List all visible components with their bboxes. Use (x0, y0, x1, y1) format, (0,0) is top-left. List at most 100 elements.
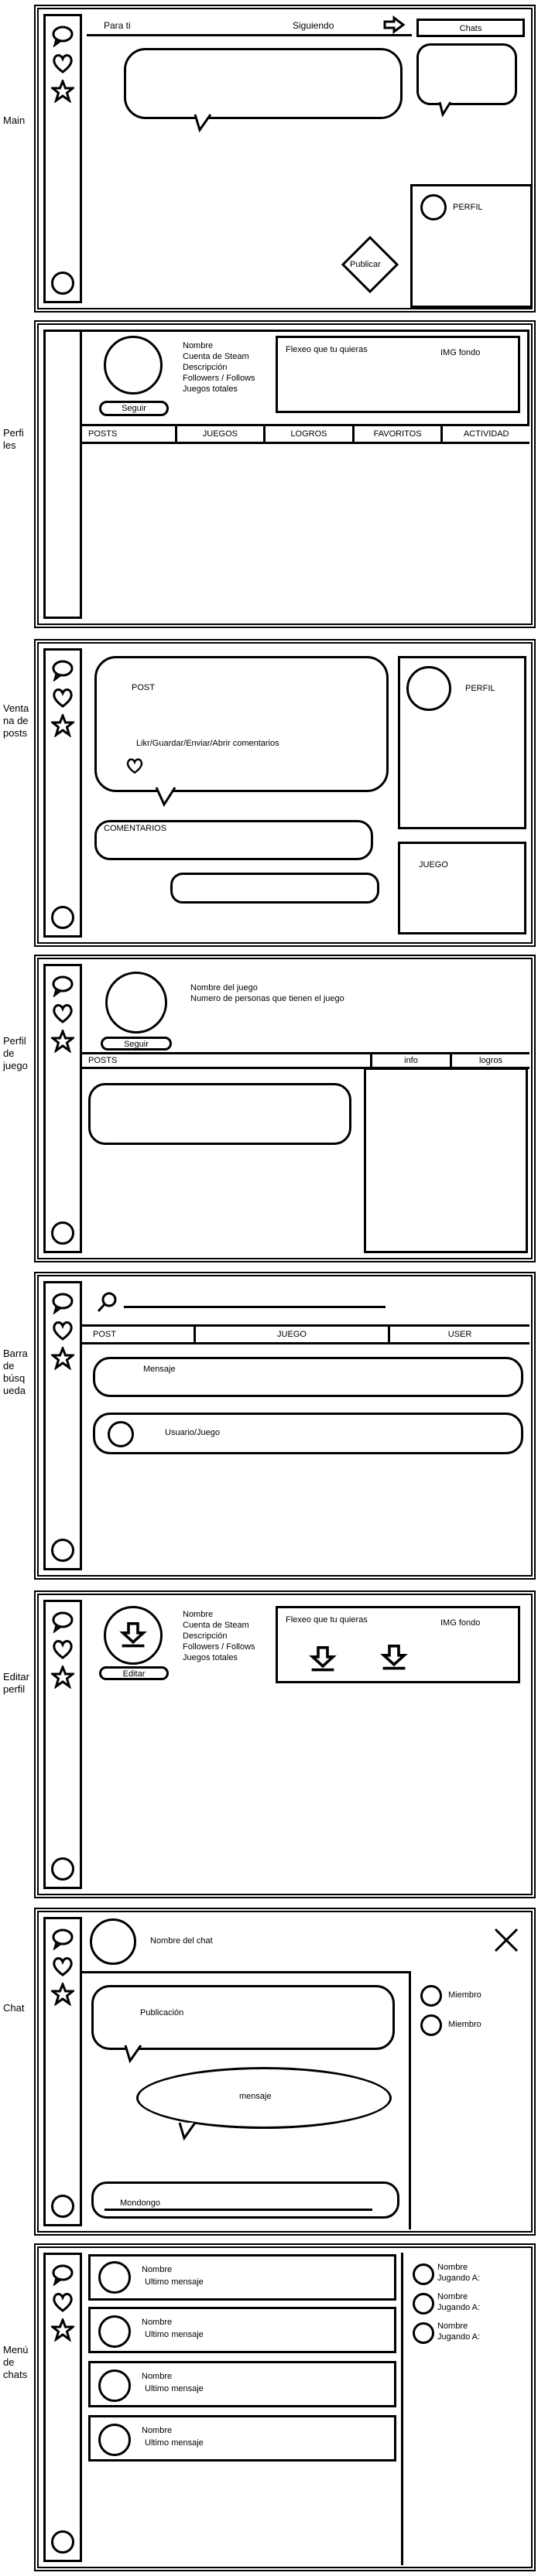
upload-background-icon[interactable] (380, 1642, 408, 1670)
tab-search-game[interactable]: JUEGO (194, 1327, 388, 1342)
heart-icon[interactable] (51, 1002, 74, 1025)
tab-games[interactable]: JUEGOS (174, 426, 264, 442)
edit-profile-info: Nombre Cuenta de Steam Descripción Follo… (183, 1609, 255, 1663)
chat-icon[interactable] (51, 1291, 74, 1314)
tab-search-user[interactable]: USER (388, 1327, 529, 1342)
star-icon[interactable] (51, 1030, 74, 1053)
profile-avatar[interactable] (420, 194, 447, 220)
post-bubble[interactable] (124, 48, 403, 119)
heart-icon[interactable] (51, 1955, 74, 1978)
heart-icon[interactable] (51, 52, 74, 75)
chat-icon[interactable] (51, 2263, 74, 2286)
chat-icon[interactable] (51, 1927, 74, 1950)
tab-game-info[interactable]: info (370, 1054, 450, 1067)
tab-achievements[interactable]: LOGROS (263, 426, 352, 442)
edit-img-bg-label: IMG fondo (440, 1618, 481, 1628)
screen-main: Para ti Siguiendo Chats PERFIL Publicar (34, 5, 536, 313)
playing-avatar[interactable] (413, 2293, 434, 2315)
bubble-tail (438, 101, 452, 118)
profile-avatar-icon[interactable] (51, 1539, 74, 1562)
heart-icon[interactable] (51, 1319, 74, 1342)
chat-list-avatar (98, 2315, 131, 2348)
publication-bubble[interactable]: Publicación (91, 1985, 395, 2050)
star-icon[interactable] (51, 1347, 74, 1370)
member-name: Miembro (448, 2020, 481, 2029)
message-bubble[interactable]: mensaje (136, 2067, 392, 2129)
profile-avatar-icon[interactable] (51, 1857, 74, 1881)
edit-button[interactable]: Editar (99, 1666, 169, 1680)
info-steam: Cuenta de Steam (183, 1621, 249, 1630)
playing-name: Nombre (437, 2292, 468, 2301)
chat-list-avatar (98, 2261, 131, 2294)
search-input[interactable] (124, 1306, 386, 1308)
message-input[interactable]: Mondongo (91, 2181, 399, 2219)
star-icon[interactable] (51, 1983, 74, 2006)
message-label: mensaje (239, 2092, 272, 2101)
tab-for-you[interactable]: Para ti (104, 20, 131, 32)
heart-icon[interactable] (51, 2291, 74, 2314)
post-label: POST (132, 683, 155, 692)
star-icon[interactable] (51, 714, 74, 737)
tab-following[interactable]: Siguiendo (293, 20, 334, 32)
chat-list-item[interactable]: Nombre Ultimo mensaje (88, 2415, 396, 2462)
chat-list-item[interactable]: Nombre Ultimo mensaje (88, 2361, 396, 2407)
profile-avatar-icon[interactable] (51, 1221, 74, 1245)
tab-game-achievements[interactable]: logros (450, 1054, 529, 1067)
chat-list-last: Ultimo mensaje (145, 2438, 204, 2448)
profile-avatar-icon[interactable] (51, 272, 74, 295)
tab-activity[interactable]: ACTIVIDAD (440, 426, 529, 442)
star-icon[interactable] (51, 1666, 74, 1689)
sidebar (43, 1281, 82, 1570)
comment-bubble[interactable] (170, 873, 379, 904)
playing-avatar[interactable] (413, 2263, 434, 2285)
game-panel[interactable]: JUEGO (398, 842, 526, 934)
message-bubble-tail (178, 2122, 197, 2141)
game-label: JUEGO (419, 860, 448, 869)
result-message-label: Mensaje (143, 1365, 176, 1374)
chat-preview-bubble[interactable] (416, 43, 517, 105)
tab-posts[interactable]: POSTS (82, 426, 175, 442)
chat-icon[interactable] (51, 658, 74, 682)
upload-flex-icon[interactable] (309, 1644, 337, 1672)
chat-icon[interactable] (51, 24, 74, 47)
chat-icon[interactable] (51, 1610, 74, 1633)
profile-avatar-icon[interactable] (51, 2195, 74, 2218)
heart-icon[interactable] (51, 686, 74, 709)
star-icon[interactable] (51, 2318, 74, 2342)
chat-list-item[interactable]: Nombre Ultimo mensaje (88, 2307, 396, 2353)
author-avatar[interactable] (406, 666, 451, 711)
member-avatar[interactable] (420, 1985, 442, 2007)
tab-favorites[interactable]: FAVORITOS (351, 426, 441, 442)
info-name: Nombre (183, 341, 214, 350)
like-heart-icon[interactable] (125, 757, 144, 775)
publish-button[interactable]: Publicar (350, 259, 381, 270)
heart-icon[interactable] (51, 1638, 74, 1661)
playing-avatar[interactable] (413, 2322, 434, 2344)
member-avatar[interactable] (420, 2014, 442, 2036)
profile-avatar-icon[interactable] (51, 2530, 74, 2554)
tabs-underline (87, 34, 412, 36)
chats-button[interactable]: Chats (416, 19, 525, 37)
chat-list-last: Ultimo mensaje (145, 2330, 204, 2339)
upload-picture-icon[interactable] (119, 1620, 147, 1648)
close-icon[interactable] (492, 1926, 520, 1954)
follow-game-button[interactable]: Seguir (101, 1037, 172, 1051)
tab-game-posts[interactable]: POSTS (82, 1054, 370, 1067)
chat-list-item[interactable]: Nombre Ultimo mensaje (88, 2254, 396, 2301)
search-icon[interactable] (96, 1290, 119, 1314)
follow-button[interactable]: Seguir (99, 401, 169, 416)
tab-search-post[interactable]: POST (82, 1327, 194, 1342)
screen-edit-profile: Editar Nombre Cuenta de Steam Descripció… (34, 1590, 536, 1898)
info-games: Juegos totales (183, 384, 238, 394)
game-post-bubble[interactable] (88, 1083, 351, 1145)
arrow-right-icon[interactable] (382, 15, 406, 34)
profile-avatar-icon[interactable] (51, 906, 74, 929)
star-icon[interactable] (51, 80, 74, 103)
playing-status: Jugando A: (437, 2332, 481, 2342)
chat-icon[interactable] (51, 974, 74, 997)
search-tabs: POST JUEGO USER (82, 1324, 529, 1344)
members-panel: Miembro Miembro (409, 1971, 529, 2229)
result-user-game[interactable]: Usuario/Juego (93, 1413, 523, 1454)
result-message[interactable]: Mensaje (93, 1357, 523, 1397)
post-actions[interactable]: Likr/Guardar/Enviar/Abrir comentarios (136, 738, 279, 749)
